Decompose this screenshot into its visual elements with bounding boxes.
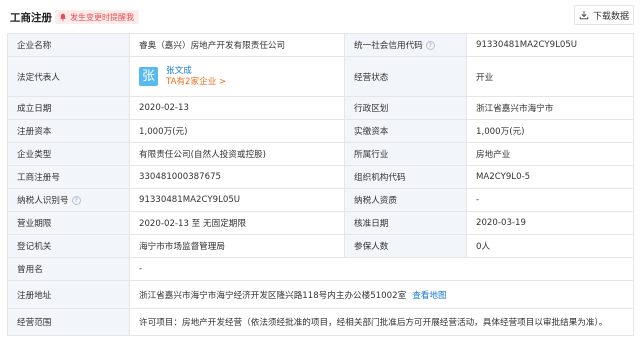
field-label: 核准日期 xyxy=(344,211,467,235)
field-label: 组织机构代码 xyxy=(344,165,467,189)
table-row: 企业名称 睿奥（嘉兴）房地产开发有限责任公司 统一社会信用代码? 9133048… xyxy=(7,33,634,57)
help-icon[interactable]: ? xyxy=(425,41,435,50)
legal-rep-companies-link[interactable]: TA有2家企业 > xyxy=(166,77,226,88)
table-row: 成立日期 2020-02-13 行政区划 浙江省嘉兴市海宁市 xyxy=(7,96,634,120)
field-label: 参保人数 xyxy=(344,234,467,258)
section-title: 工商注册 xyxy=(10,12,52,24)
business-scope-value: 许可项目：房地产开发经营（依法须经批准的项目，经相关部门批准后方可开展经营活动，… xyxy=(129,308,634,336)
table-row: 登记机关 海宁市市场监督管理局 参保人数 0人 xyxy=(7,234,634,258)
table-row: 注册地址 浙江省嘉兴市海宁市海宁经济开发区隆兴路118号内主办公楼51002室查… xyxy=(7,280,634,309)
download-data-button[interactable]: 下载数据 xyxy=(574,5,634,25)
business-registration-table: 企业名称 睿奥（嘉兴）房地产开发有限责任公司 统一社会信用代码? 9133048… xyxy=(7,33,634,336)
help-icon[interactable]: ? xyxy=(71,196,81,205)
legal-rep-name-link[interactable]: 张文成 xyxy=(166,66,226,77)
field-label: 所属行业 xyxy=(344,142,467,166)
field-label: 经营状态 xyxy=(344,56,467,97)
table-row: 工商注册号 330481000387675 组织机构代码 MA2CY9L0-5 xyxy=(7,165,634,189)
field-label: 纳税人资质 xyxy=(344,188,467,212)
download-data-label: 下载数据 xyxy=(592,11,629,22)
field-label: 工商注册号 xyxy=(7,165,130,189)
insured-count-value: 0人 xyxy=(466,234,634,258)
credit-code-value: 91330481MA2CY9L05U xyxy=(466,33,634,57)
address-cell: 浙江省嘉兴市海宁市海宁经济开发区隆兴路118号内主办公楼51002室 查看地图 xyxy=(129,280,634,309)
field-label: 行政区划 xyxy=(344,96,467,120)
former-name-value: - xyxy=(129,257,634,281)
business-term-value: 2020-02-13 至 无固定期限 xyxy=(129,211,345,235)
field-label: 企业名称 xyxy=(7,33,130,57)
field-label: 统一社会信用代码? xyxy=(344,33,467,57)
company-type-value: 有限责任公司(自然人投资或控股) xyxy=(129,142,345,166)
taxpayer-id-value: 91330481MA2CY9L05U xyxy=(129,188,345,212)
field-label-text: 纳税人识别号 xyxy=(17,196,69,206)
section-header: 工商注册 发生变更时提醒我 下载数据 xyxy=(0,0,640,33)
change-alert-label: 发生变更时提醒我 xyxy=(70,12,134,22)
legal-rep-cell: 张 张文成 TA有2家企业 > xyxy=(129,56,345,97)
field-label: 法定代表人 xyxy=(7,56,130,97)
field-label: 登记机关 xyxy=(7,234,130,258)
avatar[interactable]: 张 xyxy=(139,67,158,86)
field-label: 企业类型 xyxy=(7,142,130,166)
field-label: 营业期限 xyxy=(7,211,130,235)
establish-date-value: 2020-02-13 xyxy=(129,96,345,120)
field-label-text: 统一社会信用代码 xyxy=(354,41,423,51)
field-label: 纳税人识别号? xyxy=(7,188,130,212)
region-value: 浙江省嘉兴市海宁市 xyxy=(466,96,634,120)
approval-date-value: 2020-03-19 xyxy=(466,211,634,235)
org-code-value: MA2CY9L0-5 xyxy=(466,165,634,189)
table-row: 纳税人识别号? 91330481MA2CY9L05U 纳税人资质 - xyxy=(7,188,634,212)
table-row: 曾用名 - xyxy=(7,257,634,281)
industry-value: 房地产业 xyxy=(466,142,634,166)
table-row: 法定代表人 张 张文成 TA有2家企业 > 经营状态 开业 xyxy=(7,56,634,97)
field-label: 经营范围 xyxy=(7,308,130,336)
view-map-link[interactable]: 查看地图 xyxy=(412,291,446,301)
field-label: 曾用名 xyxy=(7,257,130,281)
download-icon xyxy=(579,11,589,20)
address-value: 浙江省嘉兴市海宁市海宁经济开发区隆兴路118号内主办公楼51002室 xyxy=(139,290,407,301)
company-name-value: 睿奥（嘉兴）房地产开发有限责任公司 xyxy=(129,33,345,57)
business-status-value: 开业 xyxy=(466,56,634,97)
field-label: 注册资本 xyxy=(7,119,130,143)
registered-capital-value: 1,000万(元) xyxy=(129,119,345,143)
field-label: 成立日期 xyxy=(7,96,130,120)
registration-number-value: 330481000387675 xyxy=(129,165,345,189)
table-row: 营业期限 2020-02-13 至 无固定期限 核准日期 2020-03-19 xyxy=(7,211,634,235)
table-row: 注册资本 1,000万(元) 实缴资本 1,000万(元) xyxy=(7,119,634,143)
table-row: 企业类型 有限责任公司(自然人投资或控股) 所属行业 房地产业 xyxy=(7,142,634,166)
field-label: 注册地址 xyxy=(7,280,130,309)
bell-icon xyxy=(60,13,66,21)
table-row: 经营范围 许可项目：房地产开发经营（依法须经批准的项目，经相关部门批准后方可开展… xyxy=(7,308,634,336)
change-alert-button[interactable]: 发生变更时提醒我 xyxy=(55,10,139,24)
field-label: 实缴资本 xyxy=(344,119,467,143)
paid-capital-value: 1,000万(元) xyxy=(466,119,634,143)
taxpayer-qualification-value: - xyxy=(466,188,634,212)
registration-authority-value: 海宁市市场监督管理局 xyxy=(129,234,345,258)
